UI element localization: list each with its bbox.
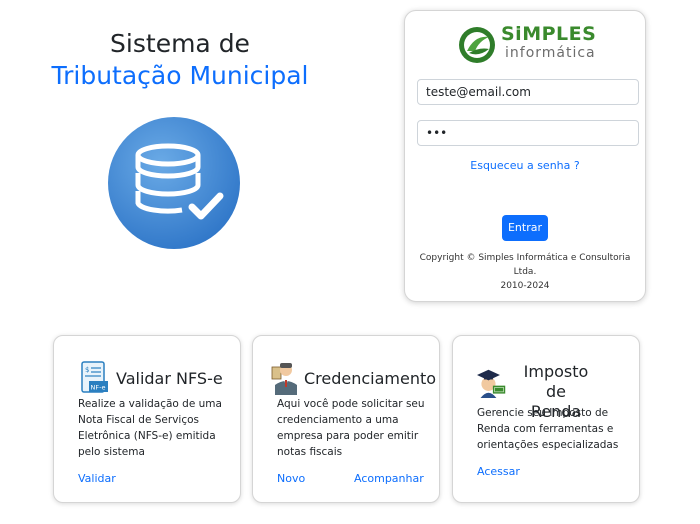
login-card: SiMPLES informática Esqueceu a senha ? E… <box>404 10 646 302</box>
graduate-money-icon <box>477 369 506 398</box>
invoice-nfe-icon: $ NF-e <box>81 361 108 393</box>
card-description: Gerencie seu Imposto de Renda com ferram… <box>477 407 619 451</box>
card-description: Realize a validação de uma Nota Fiscal d… <box>78 398 222 458</box>
card-title: Validar NFS-e <box>116 369 223 388</box>
copyright-text: Copyright © Simples Informática e Consul… <box>415 251 635 293</box>
official-person-icon <box>271 363 297 395</box>
simples-logo-icon <box>459 27 495 63</box>
svg-text:NF-e: NF-e <box>91 384 106 392</box>
hero-title-line2: Tributação Municipal <box>51 61 309 90</box>
logo-text-main: SiMPLES <box>501 23 597 45</box>
copyright-line2: 2010-2024 <box>500 281 550 291</box>
card-title-line1: Imposto de <box>523 362 589 401</box>
login-button[interactable]: Entrar <box>502 215 548 241</box>
copyright-line1: Copyright © Simples Informática e Consul… <box>419 253 631 277</box>
email-field[interactable] <box>417 79 639 105</box>
validar-link[interactable]: Validar <box>78 472 116 485</box>
forgot-password-link[interactable]: Esqueceu a senha ? <box>405 159 645 172</box>
acessar-link[interactable]: Acessar <box>477 465 520 478</box>
card-imposto-renda: Imposto de Renda Gerencie seu Imposto de… <box>452 335 640 503</box>
card-validar-nfse: $ NF-e Validar NFS-e Realize a validação… <box>53 335 241 503</box>
novo-link[interactable]: Novo <box>277 472 305 485</box>
hero-title: Sistema de Tributação Municipal <box>30 28 330 92</box>
acompanhar-link[interactable]: Acompanhar <box>354 472 424 485</box>
password-field[interactable] <box>417 120 639 146</box>
card-description: Aqui você pode solicitar seu credenciame… <box>277 398 425 458</box>
logo-text-sub: informática <box>505 45 596 61</box>
simples-logo: SiMPLES informática <box>457 21 597 67</box>
svg-text:$: $ <box>85 366 89 374</box>
hero-title-line1: Sistema de <box>110 29 250 58</box>
database-check-icon <box>108 117 240 249</box>
card-title: Credenciamento <box>304 369 437 388</box>
card-credenciamento: Credenciamento Aqui você pode solicitar … <box>252 335 440 503</box>
